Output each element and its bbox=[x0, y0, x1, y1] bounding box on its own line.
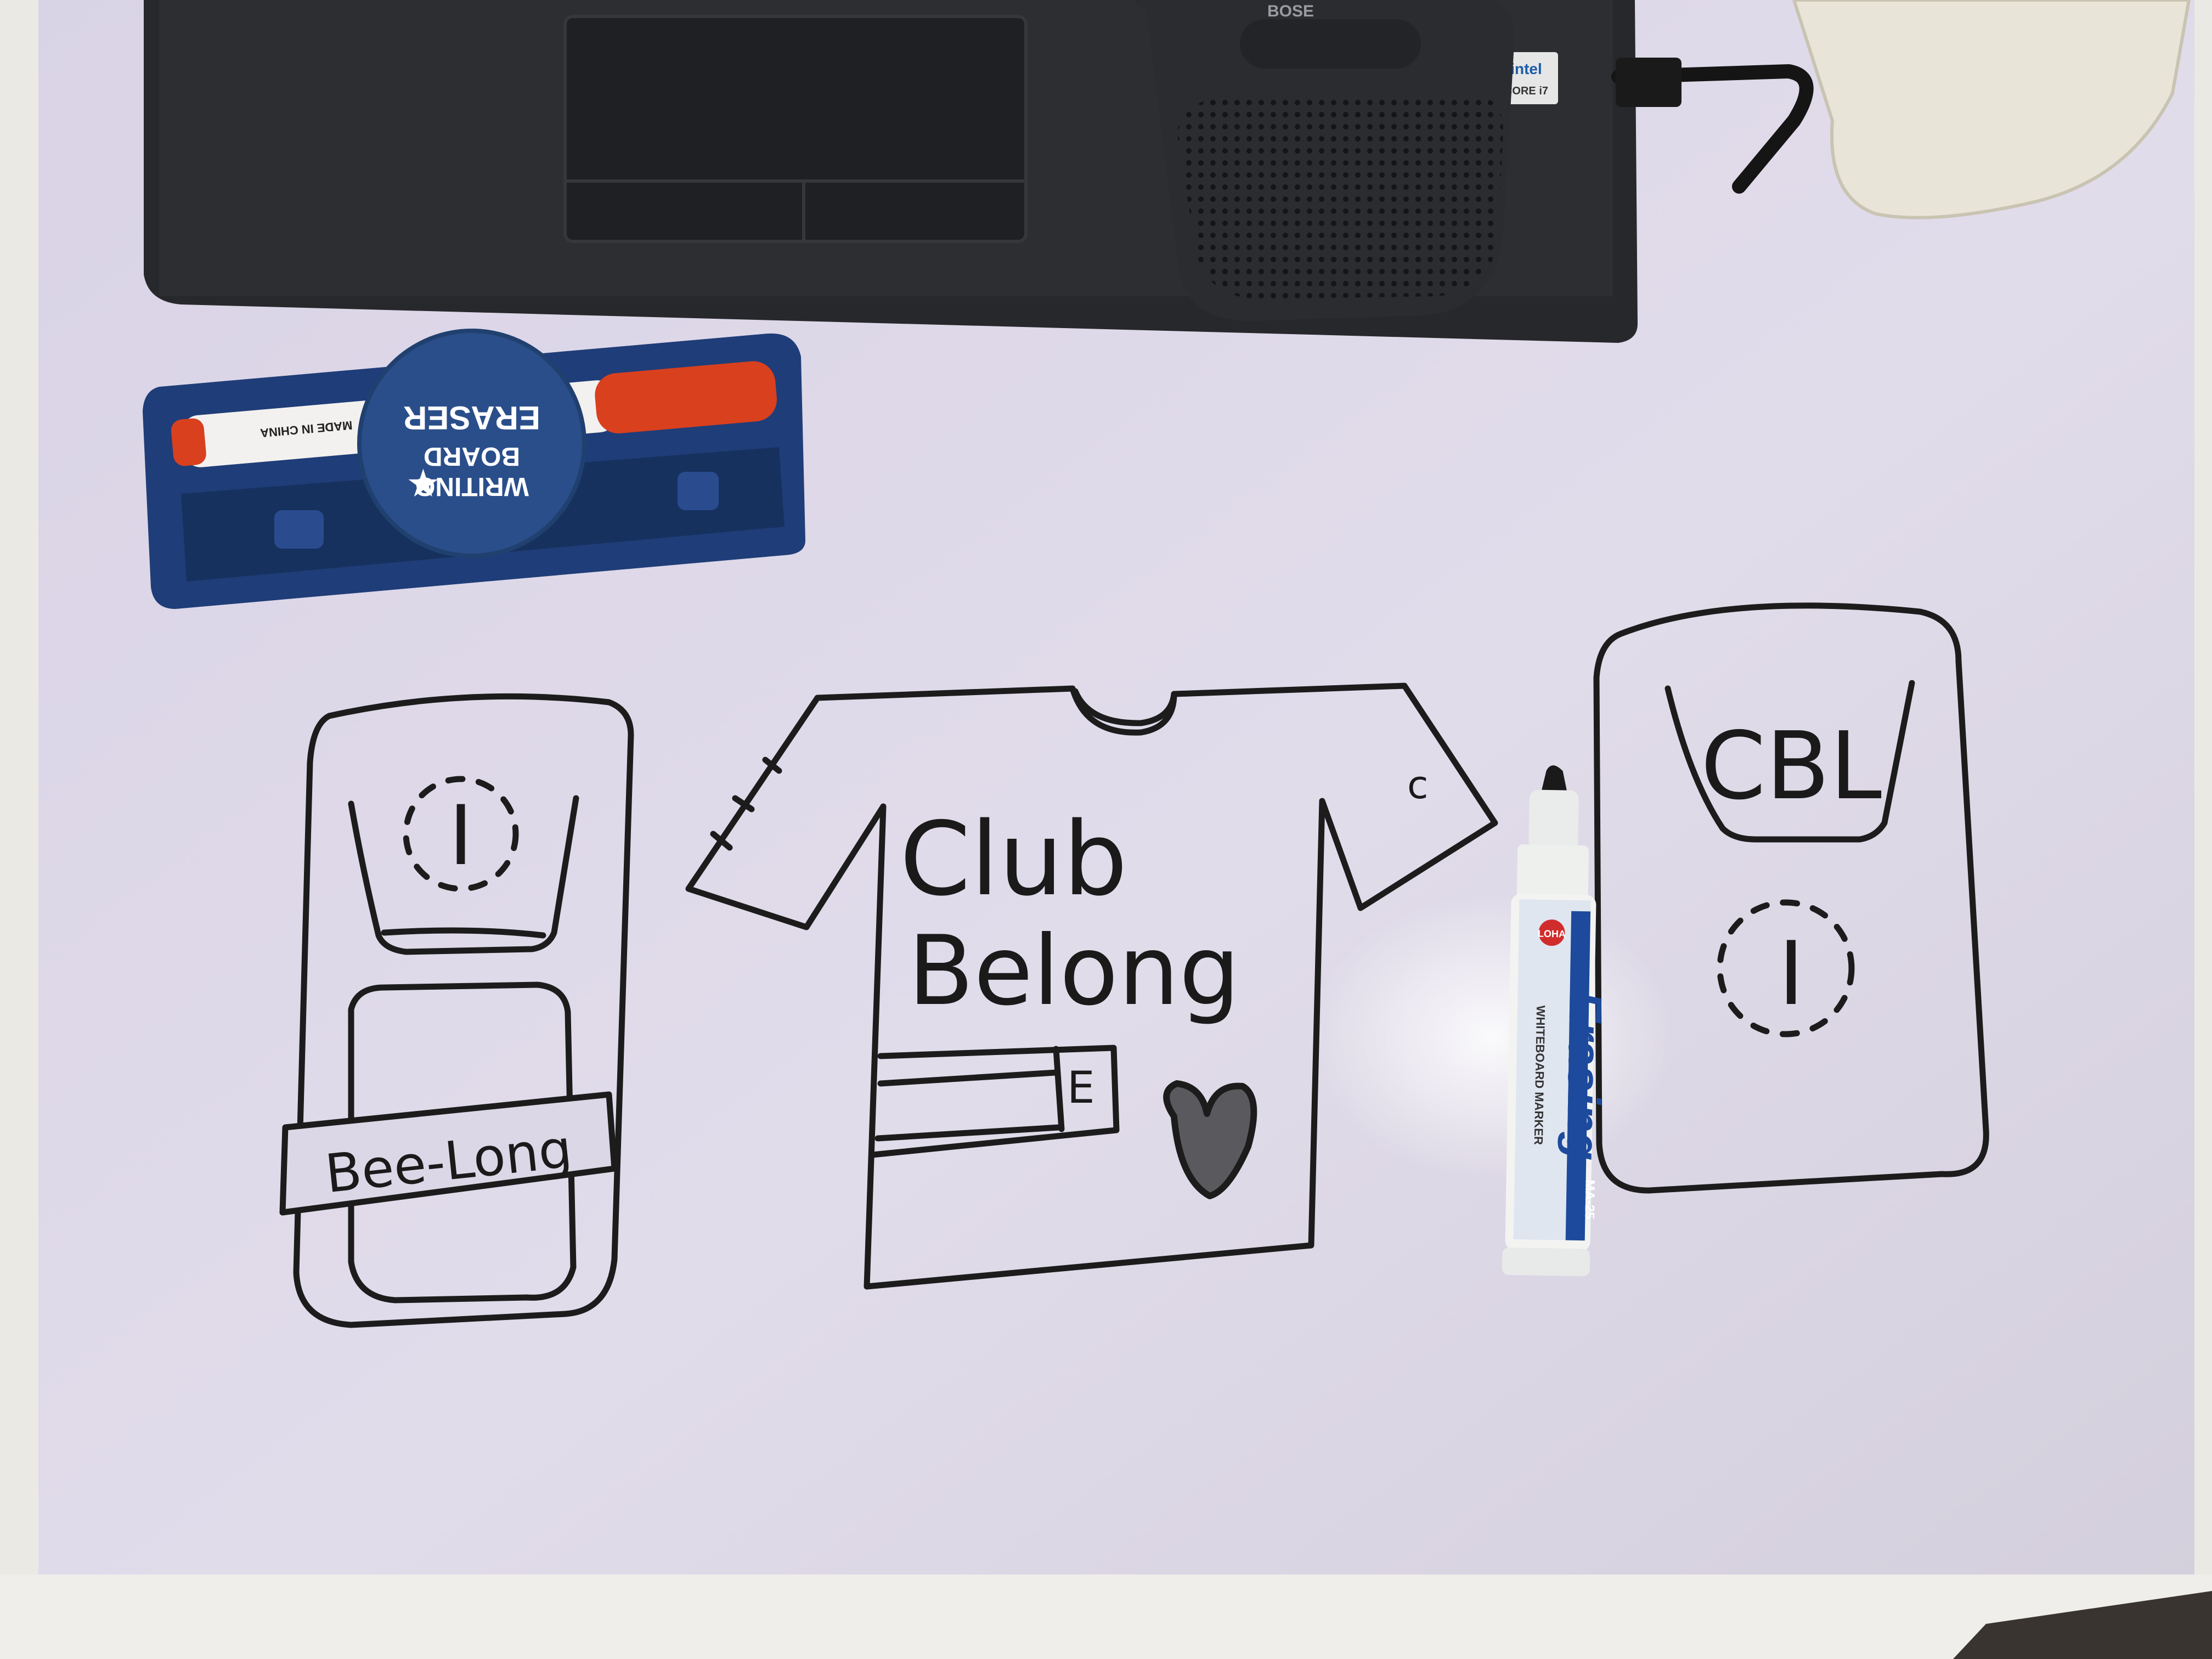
marker-code: MA-25 bbox=[1582, 1180, 1597, 1219]
right-card-icon-letter: I bbox=[1778, 922, 1804, 1025]
right-card-header-text: CBL bbox=[1701, 712, 1882, 821]
tshirt-pocket-letter: E bbox=[1067, 1062, 1095, 1113]
eraser-label-disc: WRITING BOARD ERASER ★ bbox=[357, 329, 586, 558]
whiteboard-photo: intel CORE i7 BOSE MADE IN CHINA WRITING… bbox=[0, 0, 2212, 1659]
marker-subtitle: WHITEBOARD MARKER bbox=[1532, 1005, 1548, 1145]
intel-badge-text: intel bbox=[1510, 60, 1542, 77]
usb-plug bbox=[1616, 58, 1681, 107]
marker-brand: LOHA bbox=[1538, 928, 1566, 940]
tshirt-text-line1: Club bbox=[900, 800, 1127, 918]
bluetooth-speaker: BOSE bbox=[1134, 0, 1515, 321]
star-icon: ★ bbox=[406, 461, 441, 506]
speaker-buttons bbox=[1240, 19, 1421, 69]
left-card-icon-letter: I bbox=[449, 788, 473, 884]
glare bbox=[1311, 894, 1673, 1180]
frame-bottom bbox=[0, 1575, 2212, 1659]
tshirt-sleeve-mark: c bbox=[1407, 763, 1429, 808]
trackpad bbox=[563, 15, 1028, 243]
marker-name: Erasing bbox=[1557, 991, 1611, 1161]
tshirt-text-line2: Belong bbox=[908, 916, 1240, 1027]
eraser-label-line3: ERASER bbox=[403, 399, 540, 436]
speaker-brand: BOSE bbox=[1267, 2, 1314, 20]
